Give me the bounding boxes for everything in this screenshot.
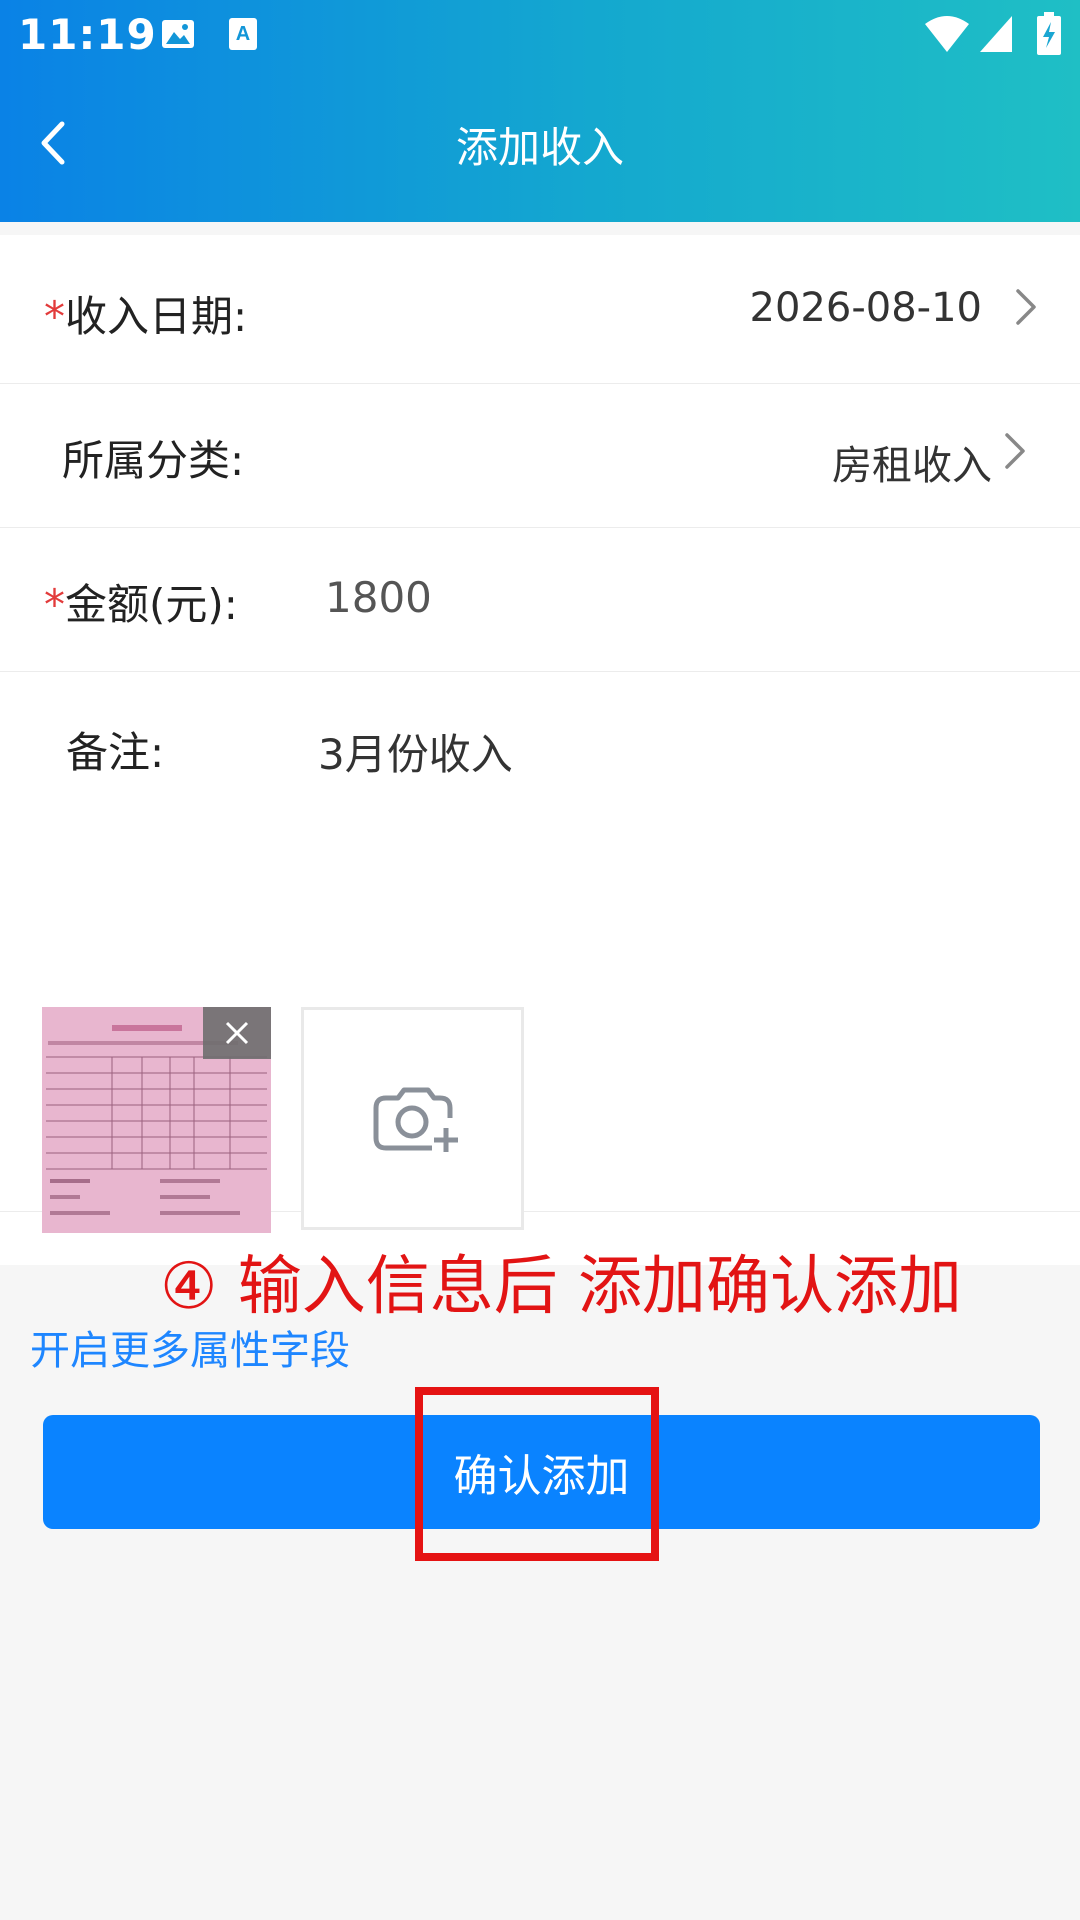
text-notification-icon: A — [228, 16, 258, 56]
category-label: 所属分类: — [62, 436, 245, 485]
signal-icon — [978, 14, 1014, 58]
chevron-right-icon — [1002, 429, 1028, 473]
gallery-notification-icon — [160, 16, 196, 56]
category-row[interactable]: 所属分类: 房租收入 — [0, 383, 1080, 528]
date-label-text: 收入日期: — [65, 292, 248, 341]
camera-add-icon — [373, 1087, 458, 1152]
tutorial-annotation: ④ 输入信息后 添加确认添加 — [160, 1250, 963, 1324]
amount-label-text: 金额(元): — [65, 580, 238, 629]
category-value[interactable]: 房租收入 — [832, 433, 992, 491]
svg-text:A: A — [236, 23, 250, 45]
remove-image-button[interactable] — [203, 1007, 271, 1059]
status-bar: 11:19 A — [0, 0, 1080, 72]
amount-row: *金额(元): 1800 — [0, 527, 1080, 672]
status-time: 11:19 — [18, 10, 157, 59]
wifi-icon — [924, 14, 970, 58]
close-icon — [225, 1021, 249, 1045]
required-mark: * — [44, 580, 65, 629]
note-label: 备注: — [66, 728, 165, 777]
annotation-highlight-box — [415, 1387, 659, 1561]
app-header: 11:19 A 添加收入 — [0, 0, 1080, 222]
note-textarea[interactable]: 3月份收入 — [318, 721, 513, 782]
chevron-right-icon — [1013, 285, 1039, 329]
amount-label: *金额(元): — [44, 571, 238, 632]
date-value[interactable]: 2026-08-10 — [750, 285, 982, 331]
date-label: *收入日期: — [44, 283, 247, 344]
date-row[interactable]: *收入日期: 2026-08-10 — [0, 235, 1080, 384]
amount-input[interactable]: 1800 — [325, 573, 432, 622]
battery-icon — [1036, 12, 1062, 60]
enable-more-fields-link[interactable]: 开启更多属性字段 — [30, 1318, 350, 1376]
receipt-thumbnail[interactable] — [42, 1007, 271, 1233]
add-photo-button[interactable] — [301, 1007, 524, 1230]
required-mark: * — [44, 292, 65, 341]
page-title: 添加收入 — [455, 123, 624, 172]
